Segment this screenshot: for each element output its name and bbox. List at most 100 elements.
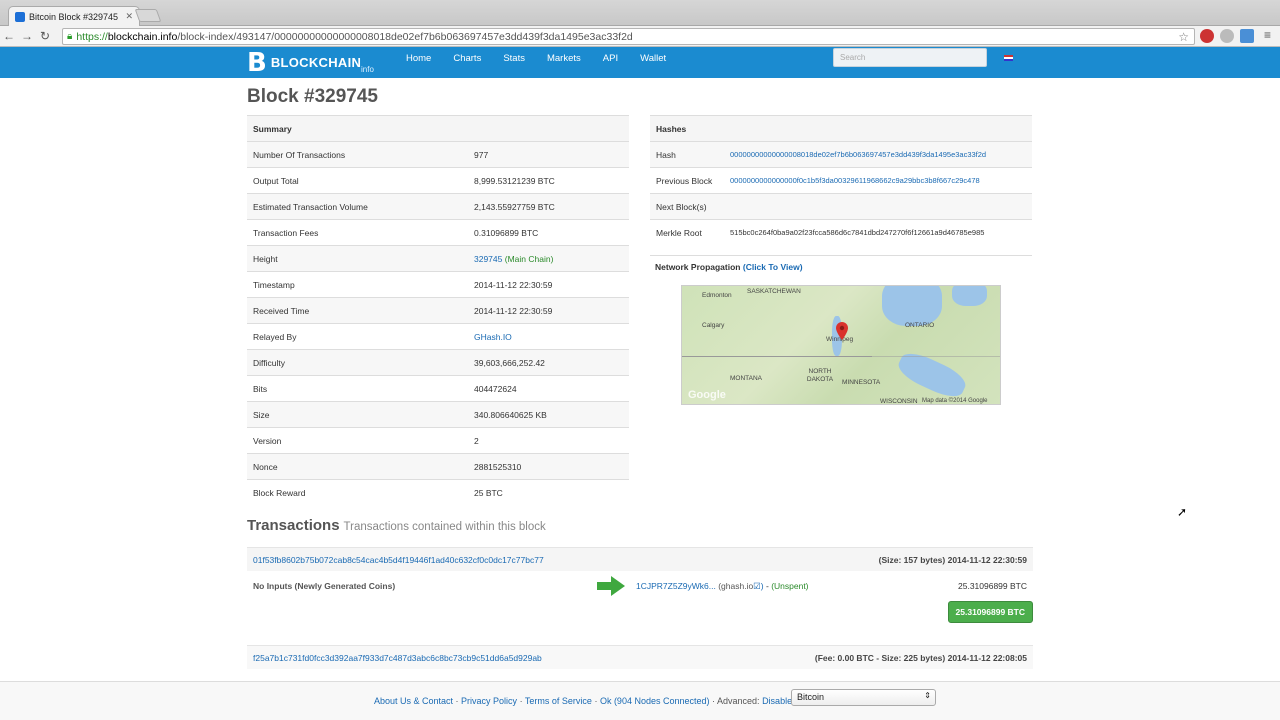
nav-wallet[interactable]: Wallet: [640, 53, 666, 64]
favicon-icon: [15, 11, 25, 22]
table-row: Transaction Fees 0.31096899 BTC: [247, 219, 629, 246]
browser-tab[interactable]: Bitcoin Block #329745 ✕: [8, 6, 140, 26]
table-row: Relayed By GHash.IO: [247, 323, 629, 350]
row-value: 515bc0c264f0ba9a02f23fcca586d6c7841dbd24…: [724, 219, 1032, 246]
propagation-map[interactable]: Edmonton SASKATCHEWAN Calgary ONTARIO Wi…: [681, 285, 1001, 405]
new-tab-button[interactable]: [134, 9, 162, 22]
about-link[interactable]: About Us & Contact: [374, 696, 453, 706]
logo-sub: info: [361, 65, 374, 74]
currency-select[interactable]: Bitcoin ⇕: [791, 689, 936, 706]
transaction-total-button[interactable]: 25.31096899 BTC: [947, 601, 1033, 623]
row-value: 340.806640625 KB: [468, 401, 629, 428]
table-row: Difficulty 39,603,666,252.42: [247, 349, 629, 376]
click-to-view-link[interactable]: (Click To View): [743, 262, 803, 272]
nav-stats[interactable]: Stats: [503, 53, 525, 64]
browser-tabstrip: Bitcoin Block #329745 ✕: [0, 0, 1280, 26]
row-value: 329745 (Main Chain): [468, 245, 629, 272]
menu-icon[interactable]: ≡: [1264, 28, 1271, 42]
url-scheme: https://: [76, 30, 108, 43]
summary-table: Summary Number Of Transactions 977 Output…: [247, 115, 629, 506]
status-link[interactable]: Ok (904 Nodes Connected): [600, 696, 710, 706]
forward-icon[interactable]: →: [18, 29, 36, 43]
transactions-title: Transactions: [247, 517, 340, 534]
table-row: Timestamp 2014-11-12 22:30:59: [247, 271, 629, 298]
network-propagation: Network Propagation (Click To View): [650, 255, 1032, 279]
table-row: Number Of Transactions 977: [247, 141, 629, 168]
transactions-heading: Transactions Transactions contained withi…: [247, 517, 546, 534]
terms-link[interactable]: Terms of Service: [525, 696, 592, 706]
advanced-toggle-link[interactable]: Disable: [762, 696, 792, 706]
footer-links: About Us & Contact · Privacy Policy · Te…: [374, 696, 793, 706]
google-brand: Google: [688, 389, 726, 401]
select-caret-icon: ⇕: [924, 691, 931, 700]
nav-charts[interactable]: Charts: [453, 53, 481, 64]
address-bar[interactable]: 🔒︎ https:// blockchain.info /block-index…: [62, 28, 1195, 45]
reload-icon[interactable]: ↻: [36, 29, 54, 43]
summary-header: Summary: [247, 115, 629, 142]
previous-block-link[interactable]: 0000000000000000f0c1b5f3da00329611968662…: [730, 176, 980, 185]
row-label: Height: [247, 245, 468, 272]
row-value: 2: [468, 427, 629, 454]
site-logo[interactable]: B BLOCKCHAIN info: [247, 47, 374, 78]
row-label: Received Time: [247, 297, 468, 324]
row-value: 25 BTC: [468, 479, 629, 506]
privacy-link[interactable]: Privacy Policy: [461, 696, 517, 706]
map-label: MINNESOTA: [842, 379, 881, 386]
extension-icon[interactable]: [1240, 29, 1254, 43]
block-hash-link[interactable]: 00000000000000008018de02ef7b6b063697457e…: [730, 150, 986, 159]
table-row: Bits 404472624: [247, 375, 629, 402]
transaction-meta: (Size: 157 bytes) 2014-11-12 22:30:59: [878, 554, 1027, 565]
back-icon[interactable]: ←: [0, 29, 18, 43]
output-address-link[interactable]: 1CJPR7Z5Z9yWk6...: [636, 581, 716, 591]
row-label: Previous Block: [650, 167, 724, 194]
row-label: Nonce: [247, 453, 468, 480]
nav-api[interactable]: API: [603, 53, 618, 64]
output-tag: (ghash.io: [718, 581, 754, 591]
row-value: 00000000000000008018de02ef7b6b063697457e…: [724, 141, 1032, 168]
output-status: (Unspent): [771, 581, 809, 591]
row-value: 8,999.53121239 BTC: [468, 167, 629, 194]
row-label: Number Of Transactions: [247, 141, 468, 168]
lock-icon: 🔒︎: [67, 31, 73, 42]
map-label: MONTANA: [730, 375, 763, 382]
row-label: Relayed By: [247, 323, 468, 350]
tab-title: Bitcoin Block #329745: [29, 11, 119, 22]
row-value: 404472624: [468, 375, 629, 402]
url-path: /block-index/493147/00000000000000008018…: [177, 30, 633, 43]
close-tab-icon[interactable]: ✕: [125, 11, 133, 22]
map-label: Edmonton: [702, 292, 732, 299]
verified-check-icon: ☑): [753, 581, 764, 591]
adblock-extension-icon[interactable]: [1200, 29, 1214, 43]
height-link[interactable]: 329745: [474, 254, 502, 264]
table-row: Output Total 8,999.53121239 BTC: [247, 167, 629, 194]
transaction-hash-link[interactable]: f25a7b1c731fd0fcc3d392aa7f933d7c487d3abc…: [253, 653, 542, 663]
row-label: Output Total: [247, 167, 468, 194]
row-value: 2014-11-12 22:30:59: [468, 297, 629, 324]
bookmark-star-icon[interactable]: ☆: [1178, 30, 1189, 44]
language-flag-icon[interactable]: [1004, 55, 1013, 61]
footer-bar: About Us & Contact · Privacy Policy · Te…: [0, 681, 1280, 720]
nav-markets[interactable]: Markets: [547, 53, 581, 64]
url-host: blockchain.info: [107, 30, 178, 43]
arrow-right-icon: [597, 576, 625, 596]
transaction-header: 01f53fb8602b75b072cab8c54cac4b5d4f19446f…: [247, 547, 1033, 571]
nav-home[interactable]: Home: [406, 53, 431, 64]
relayed-by-link[interactable]: GHash.IO: [474, 332, 512, 342]
logo-name: BLOCKCHAIN: [270, 55, 362, 70]
table-row: Nonce 2881525310: [247, 453, 629, 480]
row-label: Block Reward: [247, 479, 468, 506]
transaction-inputs: No Inputs (Newly Generated Coins): [253, 581, 396, 591]
row-label: Hash: [650, 141, 724, 168]
transaction-header: f25a7b1c731fd0fcc3d392aa7f933d7c487d3abc…: [247, 645, 1033, 669]
table-row: Next Block(s): [650, 193, 1032, 220]
table-row: Size 340.806640625 KB: [247, 401, 629, 428]
hashes-header: Hashes: [650, 115, 1032, 142]
table-row: Estimated Transaction Volume 2,143.559277…: [247, 193, 629, 220]
transaction-body: No Inputs (Newly Generated Coins) 1CJPR7…: [247, 574, 1033, 623]
transaction-hash-link[interactable]: 01f53fb8602b75b072cab8c54cac4b5d4f19446f…: [253, 555, 544, 565]
transaction-output: 1CJPR7Z5Z9yWk6... (ghash.io☑) - (Unspent…: [636, 581, 809, 591]
search-input[interactable]: Search: [833, 48, 987, 67]
extension-icon[interactable]: [1220, 29, 1234, 43]
row-value: [724, 193, 1032, 220]
row-label: Merkle Root: [650, 219, 724, 246]
